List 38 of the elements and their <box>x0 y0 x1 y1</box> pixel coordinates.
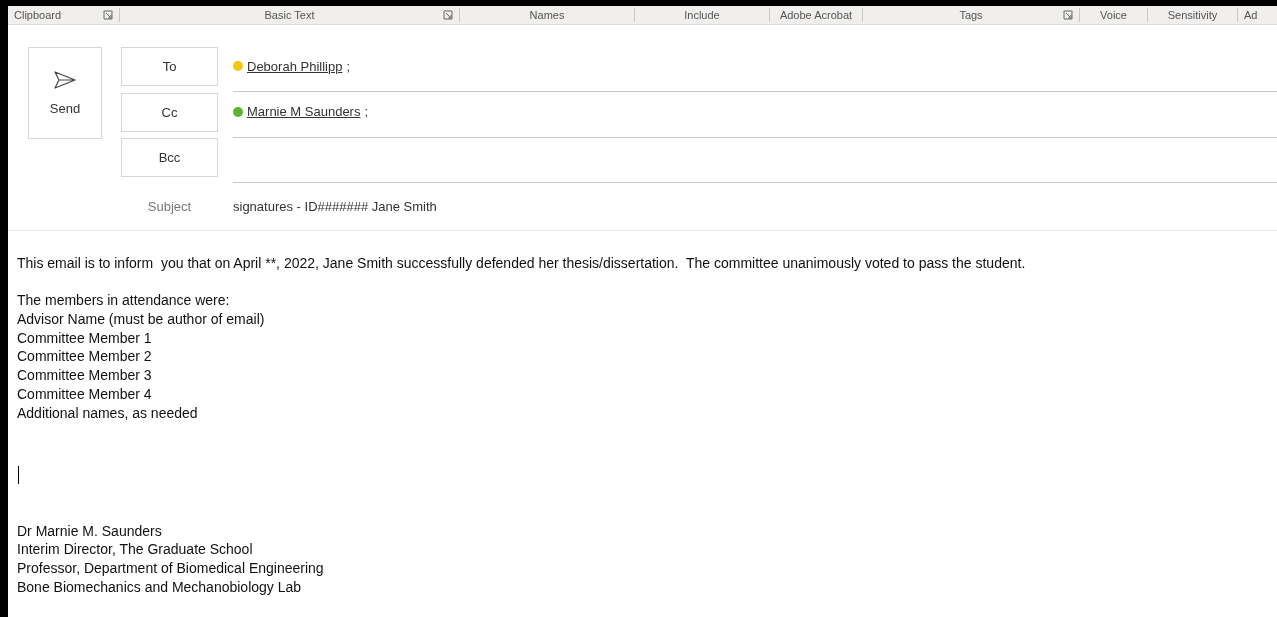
ribbon-group-label: Tags <box>959 9 983 21</box>
ribbon-group-label: Adobe Acrobat <box>779 9 853 21</box>
ribbon-group-label: Names <box>529 9 565 21</box>
send-button[interactable]: Send <box>28 47 102 139</box>
body-text-line: Committee Member 2 <box>17 347 153 367</box>
body-text-line: Interim Director, The Graduate School <box>17 540 254 559</box>
recipient-name[interactable]: Marnie M Saunders <box>247 104 361 119</box>
recipient-name[interactable]: Deborah Phillipp <box>247 58 343 74</box>
ribbon-group-label: Ad <box>1244 9 1258 21</box>
recipient-field[interactable]: Marnie M Saunders ; <box>233 92 1277 138</box>
ribbon-group-label: Include <box>684 9 720 21</box>
body-text-line: This email is to inform you that on April **, 2022, Jane Smith successfully defended her thesis/dissertation. The committee unanimously voted to pass the student. <box>17 254 1027 273</box>
body-text-line: The members in attendance were: <box>17 291 231 311</box>
ribbon-group-label: Voice <box>1100 9 1127 21</box>
ribbon-group-label: Basic Text <box>264 9 315 21</box>
recipient-button[interactable]: To <box>121 47 218 86</box>
dialog-launcher-icon[interactable] <box>443 10 453 20</box>
text-cursor <box>18 465 19 484</box>
separator: ; <box>346 58 351 74</box>
body-text-line: Committee Member 1 <box>17 328 153 348</box>
send-icon <box>54 70 76 89</box>
body-text-line: Advisor Name (must be author of email) <box>17 310 266 329</box>
body-text-line: Committee Member 3 <box>17 366 153 385</box>
body-text-line: Professor, Department of Biomedical Engineering <box>17 559 325 578</box>
separator: ; <box>364 104 369 119</box>
recipient-field[interactable]: Deborah Phillipp ; <box>233 47 1277 92</box>
recipient-button[interactable]: Bcc <box>121 138 218 178</box>
dialog-launcher-icon[interactable] <box>103 10 113 20</box>
subject-label: Subject <box>146 199 193 215</box>
body-text-line: Dr Marnie M. Saunders <box>17 521 163 541</box>
ribbon-group-label: Sensitivity <box>1167 9 1218 21</box>
body-text-line: Bone Biomechanics and Mechanobiology Lab <box>17 577 303 597</box>
subject-field[interactable]: signatures - ID####### Jane Smith <box>233 199 437 215</box>
body-text-line: Additional names, as needed <box>17 403 199 423</box>
dialog-launcher-icon[interactable] <box>1063 10 1073 20</box>
ribbon-group-label: Clipboard <box>14 9 62 21</box>
recipient-button[interactable]: Cc <box>121 92 218 132</box>
body-text-line: Committee Member 4 <box>17 384 153 404</box>
